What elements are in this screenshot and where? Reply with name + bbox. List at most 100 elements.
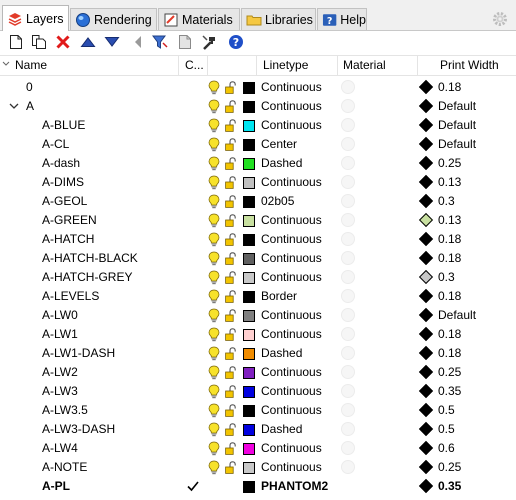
layer-color-swatch[interactable] (243, 158, 255, 170)
print-color-diamond-icon[interactable] (418, 79, 434, 95)
print-color-diamond-icon[interactable] (418, 212, 434, 228)
tab-layers[interactable]: Layers (2, 5, 69, 31)
visible-lightbulb-icon[interactable] (208, 346, 220, 361)
unlocked-padlock-icon[interactable] (225, 81, 236, 94)
visible-lightbulb-icon[interactable] (208, 365, 220, 380)
visible-lightbulb-icon[interactable] (208, 175, 220, 190)
layer-row[interactable]: A-LW1-DASH Dashed 0.18 (0, 344, 516, 363)
layer-color-swatch[interactable] (243, 348, 255, 360)
material-sphere-icon[interactable] (341, 80, 355, 94)
unlocked-padlock-icon[interactable] (225, 461, 236, 474)
column-divider[interactable] (178, 56, 179, 75)
material-sphere-icon[interactable] (341, 99, 355, 113)
layer-linetype[interactable]: Continuous (261, 116, 322, 135)
layer-print-width[interactable]: 0.18 (438, 78, 461, 97)
layer-name[interactable]: A-dash (42, 154, 80, 173)
layer-print-width[interactable]: 0.35 (438, 477, 461, 496)
layer-color-swatch[interactable] (243, 272, 255, 284)
layer-linetype[interactable]: Continuous (261, 382, 322, 401)
column-divider[interactable] (256, 56, 257, 75)
layer-color-swatch[interactable] (243, 386, 255, 398)
print-color-diamond-icon[interactable] (418, 288, 434, 304)
visible-lightbulb-icon[interactable] (208, 118, 220, 133)
material-sphere-icon[interactable] (341, 365, 355, 379)
gear-icon[interactable] (492, 11, 508, 27)
layer-linetype[interactable]: Continuous (261, 458, 322, 477)
column-header-name[interactable]: Name (11, 56, 178, 75)
material-sphere-icon[interactable] (341, 251, 355, 265)
layer-row[interactable]: 0 Continuous 0.18 (0, 78, 516, 97)
print-color-diamond-icon[interactable] (418, 364, 434, 380)
layer-name[interactable]: A-PL (42, 477, 70, 496)
layer-row[interactable]: A-GREEN Continuous 0.13 (0, 211, 516, 230)
unlocked-padlock-icon[interactable] (225, 119, 236, 132)
layer-print-width[interactable]: 0.18 (438, 344, 461, 363)
layer-color-swatch[interactable] (243, 101, 255, 113)
layer-print-width[interactable]: 0.25 (438, 458, 461, 477)
layer-name[interactable]: 0 (26, 78, 33, 97)
print-color-diamond-icon[interactable] (418, 478, 434, 494)
material-sphere-icon[interactable] (341, 270, 355, 284)
unlocked-padlock-icon[interactable] (225, 385, 236, 398)
material-sphere-icon[interactable] (341, 213, 355, 227)
column-divider[interactable] (207, 56, 208, 75)
layer-print-width[interactable]: 0.18 (438, 230, 461, 249)
layer-name[interactable]: A-LW1 (42, 325, 78, 344)
layer-color-swatch[interactable] (243, 82, 255, 94)
layer-name[interactable]: A-DIMS (42, 173, 84, 192)
layer-color-swatch[interactable] (243, 120, 255, 132)
print-color-diamond-icon[interactable] (418, 402, 434, 418)
layer-row[interactable]: A-DIMS Continuous 0.13 (0, 173, 516, 192)
move-layer-up-button[interactable] (79, 33, 97, 51)
material-sphere-icon[interactable] (341, 175, 355, 189)
layer-linetype[interactable]: Continuous (261, 173, 322, 192)
layer-row[interactable]: A-LW1 Continuous 0.18 (0, 325, 516, 344)
layer-name[interactable]: A-LW2 (42, 363, 78, 382)
current-layer-check-icon[interactable] (186, 479, 200, 493)
layer-print-width[interactable]: 0.5 (438, 401, 455, 420)
layer-row[interactable]: A-LW4 Continuous 0.6 (0, 439, 516, 458)
layer-color-swatch[interactable] (243, 310, 255, 322)
unlocked-padlock-icon[interactable] (225, 442, 236, 455)
material-sphere-icon[interactable] (341, 118, 355, 132)
tab-rendering[interactable]: Rendering (70, 8, 157, 30)
material-sphere-icon[interactable] (341, 232, 355, 246)
layer-row[interactable]: A-NOTE Continuous 0.25 (0, 458, 516, 477)
material-sphere-icon[interactable] (341, 422, 355, 436)
visible-lightbulb-icon[interactable] (208, 403, 220, 418)
layer-print-width[interactable]: 0.25 (438, 154, 461, 173)
layer-print-width[interactable]: 0.18 (438, 325, 461, 344)
column-header-print-width[interactable]: Print Width (436, 56, 516, 75)
layer-linetype[interactable]: Dashed (261, 420, 302, 439)
layer-name[interactable]: A-LW3 (42, 382, 78, 401)
move-to-parent-button[interactable] (129, 33, 147, 51)
layer-linetype[interactable]: 02b05 (261, 192, 294, 211)
material-sphere-icon[interactable] (341, 403, 355, 417)
print-color-diamond-icon[interactable] (418, 440, 434, 456)
layer-color-swatch[interactable] (243, 405, 255, 417)
unlocked-padlock-icon[interactable] (225, 347, 236, 360)
unlocked-padlock-icon[interactable] (225, 366, 236, 379)
column-divider[interactable] (337, 56, 338, 75)
layer-linetype[interactable]: Dashed (261, 154, 302, 173)
layer-linetype[interactable]: Continuous (261, 78, 322, 97)
layer-linetype[interactable]: Center (261, 135, 297, 154)
material-sphere-icon[interactable] (341, 137, 355, 151)
layer-row[interactable]: A-GEOL 02b05 0.3 (0, 192, 516, 211)
layer-print-width[interactable]: 0.13 (438, 211, 461, 230)
layer-linetype[interactable]: Continuous (261, 439, 322, 458)
print-color-diamond-icon[interactable] (418, 269, 434, 285)
print-color-diamond-icon[interactable] (418, 307, 434, 323)
layer-name[interactable]: A-GEOL (42, 192, 87, 211)
print-color-diamond-icon[interactable] (418, 155, 434, 171)
filter-button[interactable] (151, 33, 169, 51)
layer-color-swatch[interactable] (243, 424, 255, 436)
material-sphere-icon[interactable] (341, 460, 355, 474)
visible-lightbulb-icon[interactable] (208, 213, 220, 228)
new-sublayer-button[interactable] (30, 33, 48, 51)
layer-linetype[interactable]: Continuous (261, 268, 322, 287)
print-color-diamond-icon[interactable] (418, 250, 434, 266)
unlocked-padlock-icon[interactable] (225, 328, 236, 341)
visible-lightbulb-icon[interactable] (208, 289, 220, 304)
visible-lightbulb-icon[interactable] (208, 80, 220, 95)
